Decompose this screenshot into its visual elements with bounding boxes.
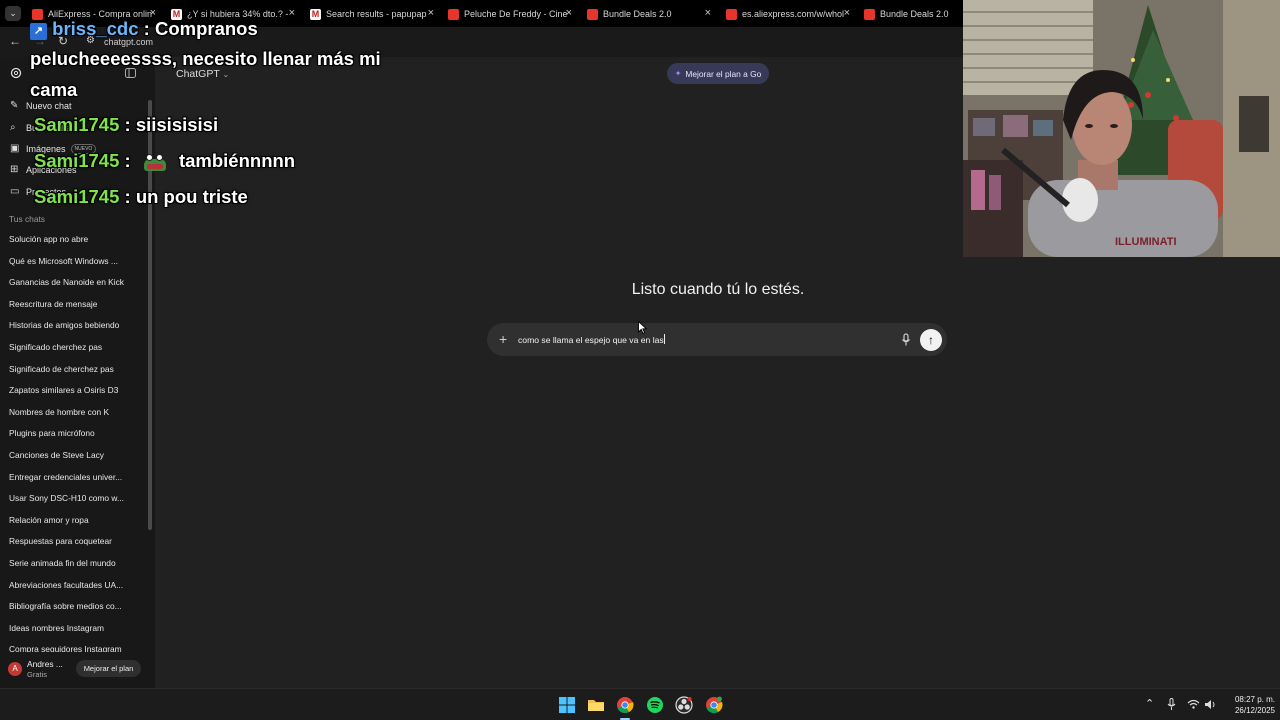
images-icon: ▣ bbox=[10, 143, 20, 154]
chat-history-item[interactable]: Significado cherchez pas bbox=[9, 342, 102, 352]
aliexpress-favicon-icon bbox=[448, 8, 459, 20]
windows-start-icon[interactable] bbox=[558, 696, 576, 714]
page-title: Listo cuando tú lo estés. bbox=[631, 281, 805, 298]
chat-history-item[interactable]: Reescritura de mensaje bbox=[9, 299, 97, 309]
chat-history-item[interactable]: Compra seguidores Instagram bbox=[9, 644, 122, 652]
chat-history-item[interactable]: Plugins para micrófono bbox=[9, 428, 95, 438]
upgrade-go-button[interactable]: ✦ Mejorar el plan a Go bbox=[667, 63, 769, 84]
overlay-message: Sami1745 : un pou triste bbox=[34, 186, 248, 208]
wifi-icon[interactable] bbox=[1187, 699, 1200, 709]
back-arrow-icon[interactable]: ← bbox=[9, 34, 21, 48]
openai-logo-icon[interactable] bbox=[10, 67, 22, 79]
overlay-message: cama bbox=[30, 79, 78, 100]
upgrade-plan-button[interactable]: Mejorar el plan bbox=[76, 660, 141, 677]
tab-bundle-deals-2[interactable]: Bundle Deals 2.0 bbox=[864, 4, 963, 24]
aliexpress-favicon-icon bbox=[587, 8, 598, 20]
chat-history-item[interactable]: Qué es Microsoft Windows ... bbox=[9, 256, 118, 266]
file-explorer-icon[interactable] bbox=[587, 696, 605, 714]
system-clock[interactable]: 08:27 p. m. 26/12/2025 bbox=[1225, 694, 1275, 716]
chats-section-title: Tus chats bbox=[9, 214, 45, 224]
chat-history-item[interactable]: Historias de amigos bebiendo bbox=[9, 320, 119, 330]
windows-taskbar: ⌃ 08:27 p. m. 26/12/2025 bbox=[0, 688, 1280, 720]
gmail-favicon-icon: M bbox=[310, 8, 321, 20]
overlay-message: Sami1745 : siisisisisi bbox=[34, 114, 218, 136]
user-name: Andres ... bbox=[27, 659, 63, 669]
volume-icon[interactable] bbox=[1204, 699, 1217, 710]
chat-history-item[interactable]: Canciones de Steve Lacy bbox=[9, 450, 104, 460]
webcam-feed: ILLUMINATI bbox=[963, 0, 1280, 257]
aliexpress-favicon-icon bbox=[864, 8, 875, 20]
mouse-cursor-icon bbox=[638, 321, 647, 334]
overlay-username: Sami1745 bbox=[34, 186, 120, 207]
clock-time: 08:27 p. m. bbox=[1234, 695, 1275, 704]
sidebar-item-new-chat[interactable]: ✎ Nuevo chat bbox=[10, 100, 72, 111]
chat-history-item[interactable]: Usar Sony DSC-H10 como w... bbox=[9, 493, 124, 503]
apps-icon: ⊞ bbox=[10, 164, 19, 175]
tab-aliexpress-wholesale[interactable]: es.aliexpress.com/w/whol × bbox=[726, 4, 850, 24]
tab-close-icon[interactable]: × bbox=[289, 7, 295, 19]
chat-history-item[interactable]: Solución app no abre bbox=[9, 234, 88, 244]
chat-history-item[interactable]: Ganancias de Nanoide en Kick bbox=[9, 277, 124, 287]
tab-close-icon[interactable]: × bbox=[844, 7, 850, 19]
overlay-username: Sami1745 bbox=[34, 150, 120, 171]
chat-history-item[interactable]: Zapatos similares a Osiris D3 bbox=[9, 385, 118, 395]
text-caret bbox=[663, 334, 665, 344]
chrome-icon[interactable] bbox=[616, 696, 634, 714]
overlay-text: : Compranos bbox=[143, 18, 258, 39]
overlay-colon: : bbox=[124, 150, 131, 171]
tray-overflow-chevron-icon[interactable]: ⌃ bbox=[1145, 697, 1154, 710]
overlay-message: ↗ briss_cdc : Compranos bbox=[30, 18, 258, 40]
user-account-row[interactable]: A Andres ... Gratis Mejorar el plan bbox=[8, 657, 148, 681]
webcam-image: ILLUMINATI bbox=[963, 0, 1280, 257]
twitch-badge-icon: ↗ bbox=[30, 23, 47, 40]
tab-gmail-search[interactable]: M Search results - papupap × bbox=[310, 4, 434, 24]
obs-icon[interactable] bbox=[675, 696, 693, 714]
chat-history-item[interactable]: Serie animada fin del mundo bbox=[9, 558, 116, 568]
chat-history-item[interactable]: Entregar credenciales univer... bbox=[9, 472, 122, 482]
chat-history-item[interactable]: Nombres de hombre con K bbox=[9, 407, 109, 417]
aliexpress-favicon-icon bbox=[726, 8, 737, 20]
clock-date: 26/12/2025 bbox=[1234, 706, 1275, 715]
prompt-composer[interactable]: + como se llama el espejo que va en las … bbox=[487, 323, 947, 356]
compose-icon: ✎ bbox=[10, 100, 19, 111]
overlay-text: : siisisisisi bbox=[124, 114, 219, 135]
tab-peluche-freddy[interactable]: Peluche De Freddy - Cine × bbox=[448, 4, 572, 24]
chrome-profile-icon[interactable] bbox=[705, 696, 723, 714]
search-icon: ⌕ bbox=[10, 122, 16, 133]
add-attachment-icon[interactable]: + bbox=[499, 331, 507, 347]
prompt-input[interactable]: como se llama el espejo que va en las bbox=[518, 334, 665, 345]
tray-microphone-icon[interactable] bbox=[1167, 698, 1176, 711]
chat-history-item[interactable]: Abreviaciones facultades UA... bbox=[9, 580, 123, 590]
microphone-icon[interactable] bbox=[900, 333, 912, 347]
folder-icon: ▭ bbox=[10, 186, 20, 197]
tab-close-icon[interactable]: × bbox=[566, 7, 572, 19]
overlay-message: Sami1745 : tambiénnnnn bbox=[34, 150, 295, 172]
send-button[interactable]: ↑ bbox=[920, 329, 942, 351]
chat-history-item[interactable]: Relación amor y ropa bbox=[9, 515, 89, 525]
svg-text:ILLUMINATI: ILLUMINATI bbox=[1115, 236, 1177, 248]
chat-history-item[interactable]: Respuestas para coquetear bbox=[9, 536, 112, 546]
spotify-icon[interactable] bbox=[646, 696, 664, 714]
tab-close-icon[interactable]: × bbox=[428, 7, 434, 19]
sparkle-icon: ✦ bbox=[674, 69, 682, 78]
chat-history-item[interactable]: Ideas nombres Instagram bbox=[9, 623, 104, 633]
user-plan: Gratis bbox=[27, 670, 48, 679]
overlay-message: pelucheeeessss, necesito llenar más mi bbox=[30, 48, 381, 69]
overlay-username: briss_cdc bbox=[52, 18, 139, 39]
chat-history-item[interactable]: Bibliografía sobre medios co... bbox=[9, 601, 122, 611]
frog-emote-icon bbox=[142, 151, 168, 171]
tab-search-chevron-icon[interactable]: ⌄ bbox=[5, 6, 21, 21]
avatar[interactable]: A bbox=[8, 662, 22, 676]
chevron-down-icon: ⌄ bbox=[222, 70, 230, 79]
chat-history-item[interactable]: Significado de cherchez pas bbox=[9, 364, 114, 374]
overlay-username: Sami1745 bbox=[34, 114, 120, 135]
tab-bundle-deals[interactable]: Bundle Deals 2.0 × bbox=[587, 4, 711, 24]
overlay-text: : un pou triste bbox=[124, 186, 248, 207]
tab-close-icon[interactable]: × bbox=[705, 7, 711, 19]
overlay-text: tambiénnnnn bbox=[178, 150, 296, 171]
